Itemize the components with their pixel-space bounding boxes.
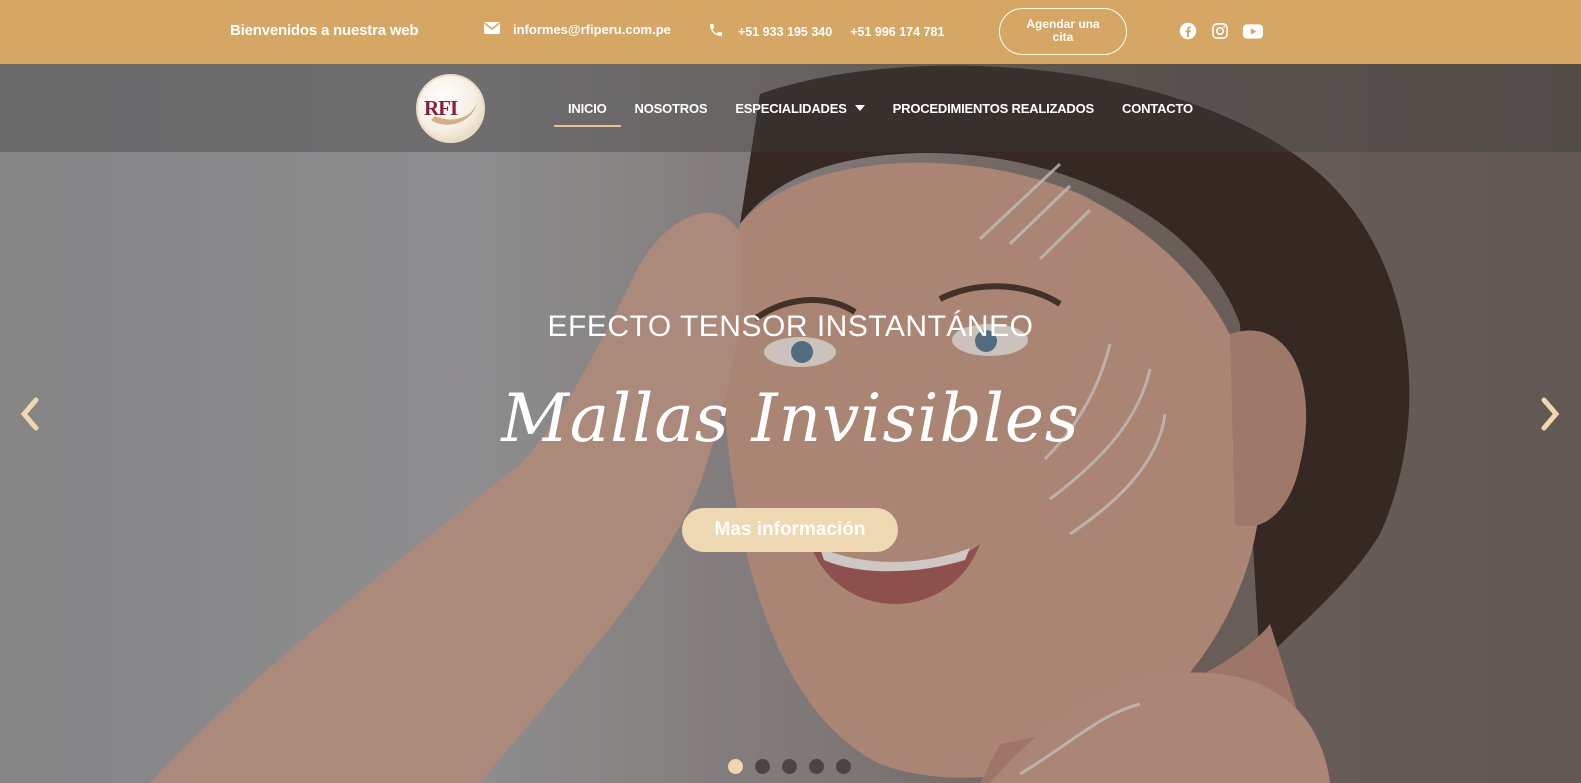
chevron-left-icon bbox=[20, 397, 39, 431]
slider-dot[interactable] bbox=[728, 759, 743, 774]
logo-text: RFI bbox=[424, 96, 458, 120]
slider-dot[interactable] bbox=[836, 759, 851, 774]
email-link[interactable]: informes@rfiperu.com.pe bbox=[513, 22, 671, 37]
slider-prev-button[interactable] bbox=[18, 396, 42, 432]
slider-dot[interactable] bbox=[782, 759, 797, 774]
hero-kicker: EFECTO TENSOR INSTANTÁNEO bbox=[547, 310, 1034, 343]
nav-item-contacto[interactable]: CONTACTO bbox=[1122, 64, 1193, 152]
nav-item-inicio[interactable]: INICIO bbox=[554, 64, 621, 152]
nav-menu: INICIO NOSOTROS ESPECIALIDADES PROCEDIMI… bbox=[554, 64, 1221, 152]
nav-item-label: ESPECIALIDADES bbox=[735, 100, 847, 116]
slider-dot[interactable] bbox=[755, 759, 770, 774]
slider-pagination bbox=[728, 759, 851, 774]
nav-item-label: PROCEDIMIENTOS REALIZADOS bbox=[892, 100, 1095, 116]
nav-item-procedimientos[interactable]: PROCEDIMIENTOS REALIZADOS bbox=[892, 64, 1095, 152]
caret-down-icon bbox=[854, 105, 865, 111]
nav-item-label: INICIO bbox=[568, 100, 607, 116]
youtube-icon[interactable] bbox=[1243, 23, 1263, 39]
main-navigation: RFI INICIO NOSOTROS ESPECIALIDADES PROCE… bbox=[0, 64, 1581, 152]
site-logo[interactable]: RFI bbox=[416, 74, 485, 143]
chevron-right-icon bbox=[1541, 397, 1560, 431]
active-underline bbox=[554, 125, 621, 127]
phone-number-1[interactable]: +51 933 195 340 bbox=[738, 25, 832, 39]
hero-title: Mallas Invisibles bbox=[501, 380, 1080, 457]
welcome-text: Bienvenidos a nuestra web bbox=[230, 22, 419, 39]
book-appointment-button[interactable]: Agendar una cita bbox=[999, 8, 1127, 55]
slider-next-button[interactable] bbox=[1538, 396, 1562, 432]
book-appointment-label-line2: cita bbox=[1052, 30, 1074, 44]
social-links bbox=[1179, 22, 1263, 40]
nav-item-nosotros[interactable]: NOSOTROS bbox=[635, 64, 708, 152]
phone-icon bbox=[708, 22, 724, 41]
slider-dot[interactable] bbox=[809, 759, 824, 774]
envelope-icon bbox=[484, 22, 500, 37]
phone-contact[interactable]: +51 933 195 340 +51 996 174 781 bbox=[708, 22, 944, 41]
more-info-button[interactable]: Mas información bbox=[682, 508, 898, 552]
nav-item-label: CONTACTO bbox=[1122, 100, 1193, 116]
phone-number-2[interactable]: +51 996 174 781 bbox=[850, 25, 944, 39]
email-contact[interactable]: informes@rfiperu.com.pe bbox=[484, 22, 671, 37]
nav-item-label: NOSOTROS bbox=[634, 100, 708, 116]
nav-item-especialidades[interactable]: ESPECIALIDADES bbox=[735, 64, 865, 152]
facebook-icon[interactable] bbox=[1179, 22, 1197, 40]
instagram-icon[interactable] bbox=[1211, 22, 1229, 40]
top-bar: Bienvenidos a nuestra web informes@rfipe… bbox=[0, 0, 1581, 64]
